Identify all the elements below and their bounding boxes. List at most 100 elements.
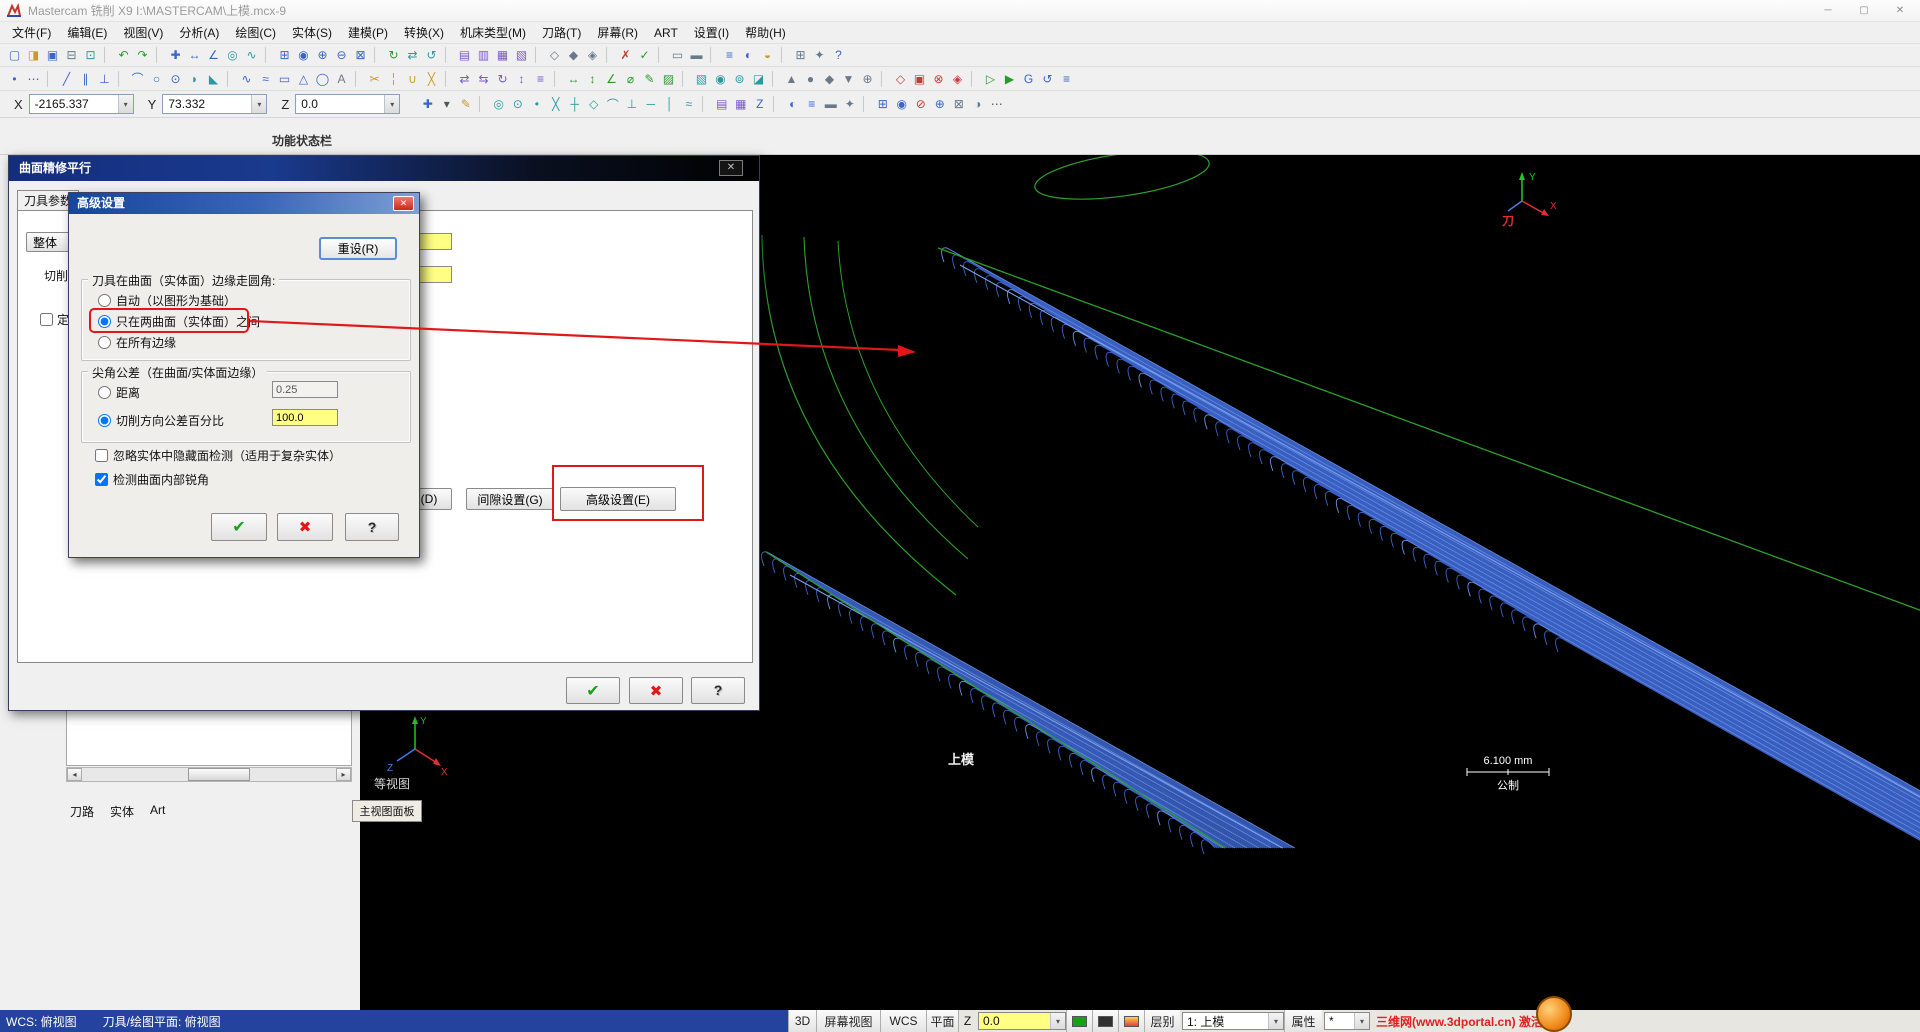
menu-art[interactable]: ART xyxy=(646,24,686,42)
surface-trim-icon[interactable]: ◪ xyxy=(749,70,768,88)
advanced-settings-button[interactable]: 高级设置(E) xyxy=(560,487,676,511)
post-icon[interactable]: G xyxy=(1019,70,1038,88)
percent-value-field[interactable] xyxy=(272,409,338,426)
result-icon[interactable]: ◉ xyxy=(892,95,911,113)
screen-view-button[interactable]: 屏幕视图 xyxy=(816,1010,880,1032)
scrollbar-thumb[interactable] xyxy=(188,768,250,781)
fit-screen-icon[interactable]: ⊠ xyxy=(351,46,370,64)
origin-snap-icon[interactable]: ◎ xyxy=(489,95,508,113)
pointstyle-icon[interactable]: ✦ xyxy=(840,95,859,113)
line-perpendicular-icon[interactable]: ⊥ xyxy=(95,70,114,88)
point-create-icon[interactable]: • xyxy=(5,70,24,88)
help-icon[interactable]: ? xyxy=(829,46,848,64)
radio-distance[interactable] xyxy=(98,386,111,399)
gap-settings-button[interactable]: 间隙设置(G) xyxy=(466,488,554,510)
undelete-icon[interactable]: ✓ xyxy=(635,46,654,64)
menu-toolpaths[interactable]: 刀路(T) xyxy=(534,22,589,43)
gview-front-icon[interactable]: ▥ xyxy=(474,46,493,64)
config-icon[interactable]: ✦ xyxy=(810,46,829,64)
3d-mode-button[interactable]: 3D xyxy=(788,1010,816,1032)
dim-vertical-icon[interactable]: ↕ xyxy=(583,70,602,88)
screen-capture-icon[interactable]: ⊡ xyxy=(81,46,100,64)
delete-entity-icon[interactable]: ✗ xyxy=(616,46,635,64)
xform-mirror-icon[interactable]: ⇆ xyxy=(474,70,493,88)
menu-edit[interactable]: 编辑(E) xyxy=(59,22,115,43)
linestyle-icon[interactable]: ▬ xyxy=(821,95,840,113)
open-file-icon[interactable]: ◨ xyxy=(24,46,43,64)
intersection-snap-icon[interactable]: ╳ xyxy=(546,95,565,113)
levels-icon[interactable]: ≡ xyxy=(720,46,739,64)
spline-icon[interactable]: ∿ xyxy=(237,70,256,88)
menu-file[interactable]: 文件(F) xyxy=(4,22,59,43)
analyze-dynamic-icon[interactable]: ◎ xyxy=(223,46,242,64)
tool-display-icon[interactable]: ⊕ xyxy=(930,95,949,113)
shaded-display-icon[interactable]: ◆ xyxy=(564,46,583,64)
zoom-in-icon[interactable]: ⊕ xyxy=(313,46,332,64)
chevron-down-icon[interactable] xyxy=(117,95,133,113)
analyze-position-icon[interactable]: ✚ xyxy=(166,46,185,64)
solid-extrude-icon[interactable]: ▲ xyxy=(782,70,801,88)
menu-settings[interactable]: 设置(I) xyxy=(686,22,737,43)
dialog-titlebar[interactable]: 曲面精修平行 ✕ xyxy=(9,156,759,181)
circle-edge-icon[interactable]: ⊙ xyxy=(166,70,185,88)
maximize-button-icon[interactable]: ▢ xyxy=(1846,0,1882,21)
tab-solids[interactable]: 实体 xyxy=(110,803,134,820)
dim-angular-icon[interactable]: ∠ xyxy=(602,70,621,88)
radio-between-surfaces[interactable] xyxy=(98,315,111,328)
line-parallel-icon[interactable]: ∥ xyxy=(76,70,95,88)
solid-sweep-icon[interactable]: ◆ xyxy=(820,70,839,88)
trim-icon[interactable]: ✂ xyxy=(365,70,384,88)
horizontal-snap-icon[interactable]: ─ xyxy=(641,95,660,113)
menu-screen[interactable]: 屏幕(R) xyxy=(589,22,646,43)
verify-icon[interactable]: ▶ xyxy=(1000,70,1019,88)
autocursor-icon[interactable]: ✚ xyxy=(418,95,437,113)
gview-menu-icon[interactable]: ▤ xyxy=(712,95,731,113)
endpoint-snap-icon[interactable]: • xyxy=(527,95,546,113)
polygon-icon[interactable]: △ xyxy=(294,70,313,88)
nearest-snap-icon[interactable]: ≈ xyxy=(679,95,698,113)
translucent-display-icon[interactable]: ◈ xyxy=(583,46,602,64)
analyze-chain-icon[interactable]: ∿ xyxy=(242,46,261,64)
reset-button[interactable]: 重设(R) xyxy=(319,237,397,260)
break-icon[interactable]: ╳ xyxy=(422,70,441,88)
surface-net-icon[interactable]: ▧ xyxy=(692,70,711,88)
view-sync-icon[interactable]: ◑ xyxy=(968,95,987,113)
minimize-button-icon[interactable]: ─ xyxy=(1810,0,1846,21)
curve-icon[interactable]: ≈ xyxy=(256,70,275,88)
z-depth-input[interactable]: 0.0 xyxy=(978,1012,1066,1030)
radio-percent-option[interactable]: 切削方向公差百分比 xyxy=(98,412,224,429)
menu-model-prep[interactable]: 建模(P) xyxy=(340,22,396,43)
close-button-icon[interactable]: ✕ xyxy=(1882,0,1918,21)
dim-diameter-icon[interactable]: ⌀ xyxy=(621,70,640,88)
gview-isometric-icon[interactable]: ▧ xyxy=(512,46,531,64)
chevron-down-icon[interactable] xyxy=(384,95,400,113)
xform-rotate-icon[interactable]: ↻ xyxy=(493,70,512,88)
new-file-icon[interactable]: ▢ xyxy=(5,46,24,64)
pan-icon[interactable]: ⇄ xyxy=(403,46,422,64)
blank-entity-icon[interactable]: ▭ xyxy=(668,46,687,64)
cancel-button[interactable]: ✖ xyxy=(629,677,683,704)
scrollbar-track[interactable] xyxy=(82,768,336,781)
planes-menu-icon[interactable]: ▦ xyxy=(731,95,750,113)
close-icon[interactable]: ✕ xyxy=(719,160,743,176)
analyze-angle-icon[interactable]: ∠ xyxy=(204,46,223,64)
line-endpoints-icon[interactable]: ╱ xyxy=(57,70,76,88)
dialog-titlebar[interactable]: 高级设置 ✕ xyxy=(69,193,419,214)
tab-toolpaths[interactable]: 刀路 xyxy=(70,803,94,820)
tab-art[interactable]: Art xyxy=(150,803,165,820)
xform-offset-icon[interactable]: ≡ xyxy=(531,70,550,88)
grid-settings-icon[interactable]: ⊞ xyxy=(791,46,810,64)
radio-distance-option[interactable]: 距离 xyxy=(98,384,140,401)
menu-help[interactable]: 帮助(H) xyxy=(737,22,794,43)
center-snap-icon[interactable]: ⊙ xyxy=(508,95,527,113)
midpoint-snap-icon[interactable]: ┼ xyxy=(565,95,584,113)
color-chip-button[interactable] xyxy=(1066,1010,1092,1032)
level-menu-icon[interactable]: ≡ xyxy=(802,95,821,113)
radio-all-edges[interactable] xyxy=(98,336,111,349)
vertical-snap-icon[interactable]: │ xyxy=(660,95,679,113)
menu-machine-type[interactable]: 机床类型(M) xyxy=(452,22,534,43)
zoom-out-icon[interactable]: ⊖ xyxy=(332,46,351,64)
join-icon[interactable]: ∪ xyxy=(403,70,422,88)
line-style-chip-button[interactable] xyxy=(1118,1010,1144,1032)
y-coordinate-input[interactable]: 73.332 xyxy=(162,94,268,114)
